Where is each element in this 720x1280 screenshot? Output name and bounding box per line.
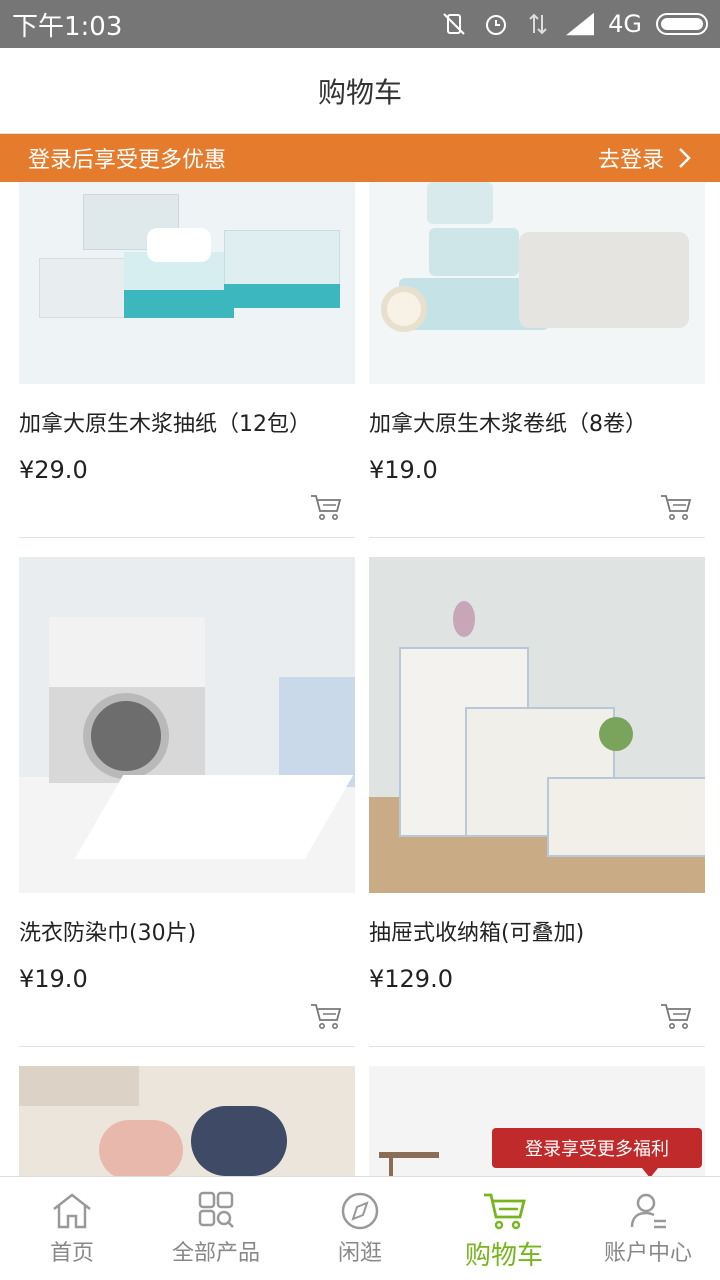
divider [19, 537, 355, 538]
nav-account-label: 账户中心 [603, 1241, 692, 1266]
product-name[interactable]: 加拿大原生木浆卷纸（8卷） [369, 406, 705, 438]
product-grid: 加拿大原生木浆抽纸（12包） ¥29.0 加拿大原生木浆卷纸（8卷） ¥19.0 [0, 182, 720, 1176]
nav-all-products-label: 全部产品 [171, 1241, 260, 1266]
product-card[interactable]: 抽屉式收纳箱(可叠加) ¥129.0 [369, 557, 705, 1029]
add-to-cart-icon[interactable] [659, 1001, 693, 1031]
go-login-link[interactable]: 去登录 [598, 142, 692, 174]
nav-browse-label: 闲逛 [337, 1241, 382, 1266]
nav-home-label: 首页 [49, 1241, 94, 1266]
battery-icon [656, 13, 708, 35]
divider [369, 1046, 705, 1047]
divider [369, 537, 705, 538]
nav-home[interactable]: 首页 [0, 1177, 144, 1280]
product-card[interactable]: 加拿大原生木浆抽纸（12包） ¥29.0 [19, 182, 355, 520]
product-image-toilet-rolls[interactable] [369, 182, 705, 384]
account-icon [630, 1193, 666, 1229]
nav-browse[interactable]: 闲逛 [288, 1177, 432, 1280]
nav-cart[interactable]: 购物车 [432, 1177, 576, 1280]
page-title: 购物车 [317, 75, 402, 109]
product-image-colour-catcher[interactable] [19, 557, 355, 893]
product-card[interactable]: 加拿大原生木浆卷纸（8卷） ¥19.0 [369, 182, 705, 520]
product-price: ¥19.0 [19, 965, 88, 993]
nav-account[interactable]: 账户中心 [576, 1177, 720, 1280]
promo-tooltip[interactable]: 登录享受更多福利 [492, 1128, 702, 1178]
product-name[interactable]: 加拿大原生木浆抽纸（12包） [19, 406, 355, 438]
vibrate-off-icon [440, 10, 468, 38]
alarm-icon [482, 10, 510, 38]
promo-text: 登录享受更多福利 [525, 1139, 669, 1160]
divider [19, 1046, 355, 1047]
grid-search-icon [198, 1191, 234, 1228]
network-type: 4G [608, 10, 642, 38]
product-price: ¥129.0 [369, 965, 453, 993]
status-time: 下午1:03 [12, 11, 123, 42]
add-to-cart-icon[interactable] [659, 492, 693, 522]
signal-icon [566, 10, 595, 38]
product-card[interactable] [19, 1066, 355, 1176]
status-icons: 4G [440, 10, 708, 38]
compass-icon [341, 1192, 379, 1230]
home-icon [53, 1193, 91, 1229]
add-to-cart-icon[interactable] [309, 1001, 343, 1031]
nav-all-products[interactable]: 全部产品 [144, 1177, 288, 1280]
status-bar: 下午1:03 4G [0, 0, 720, 48]
login-banner-text: 登录后享受更多优惠 [28, 148, 227, 173]
product-image-slippers[interactable] [19, 1066, 355, 1176]
product-card[interactable]: 洗衣防染巾(30片) ¥19.0 [19, 557, 355, 1029]
go-login-label: 去登录 [597, 148, 664, 173]
data-transfer-icon [524, 10, 552, 38]
product-name[interactable]: 抽屉式收纳箱(可叠加) [369, 915, 705, 947]
header: 购物车 [0, 48, 720, 134]
nav-cart-label: 购物车 [464, 1241, 543, 1271]
product-name[interactable]: 洗衣防染巾(30片) [19, 915, 355, 947]
product-price: ¥19.0 [369, 456, 438, 484]
product-image-tissue[interactable] [19, 182, 355, 384]
chevron-right-icon [679, 148, 691, 168]
product-price: ¥29.0 [19, 456, 88, 484]
product-image-storage-drawers[interactable] [369, 557, 705, 893]
cart-icon [484, 1193, 526, 1230]
login-banner[interactable]: 登录后享受更多优惠 去登录 [0, 134, 720, 182]
add-to-cart-icon[interactable] [309, 492, 343, 522]
bottom-nav: 首页 全部产品 闲逛 购物车 账户中心 [0, 1176, 720, 1280]
